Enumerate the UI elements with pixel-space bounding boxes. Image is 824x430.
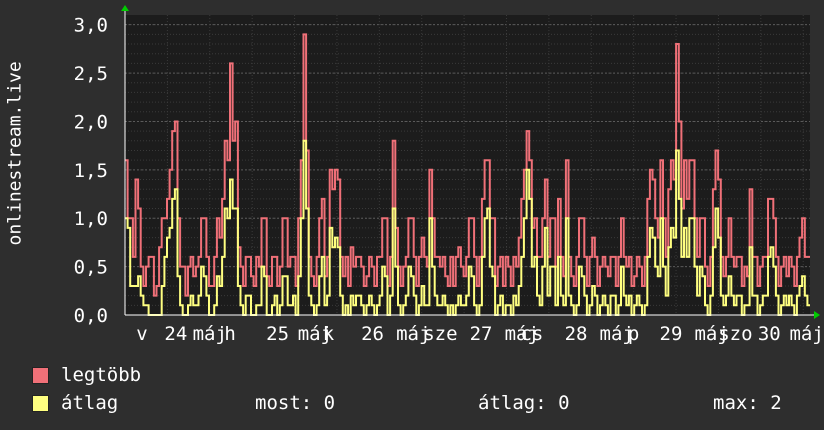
y-tick-label: 1,5 (74, 160, 108, 182)
x-tick-label: szo (718, 323, 752, 345)
y-axis-title: onlinestream.live (4, 61, 26, 246)
y-tick-label: 1,0 (74, 208, 108, 230)
y-axis-ticks: 0,0 0,5 1,0 1,5 2,0 2,5 3,0 (74, 15, 108, 327)
x-tick-label: p (628, 323, 639, 345)
x-axis-arrow-icon (814, 311, 820, 319)
x-tick-label: cs (520, 323, 543, 345)
x-tick-label: k (323, 323, 335, 345)
x-tick-label: 30 (758, 323, 781, 345)
y-tick-label: 2,5 (74, 63, 108, 85)
x-tick-label: 27 (470, 323, 493, 345)
x-tick-label: 29 (660, 323, 683, 345)
x-tick-label: sze (423, 323, 457, 345)
x-tick-label: 28 (565, 323, 588, 345)
x-axis-ticks: v 24 májh 25 májk 26 májsze 27 májcs 28 májp 29 májs… (136, 323, 824, 345)
stat-average: átlag: 0 (478, 392, 570, 414)
stat-now: most: 0 (255, 392, 336, 414)
x-tick-label: v (136, 323, 147, 345)
y-axis-arrow-icon (121, 5, 129, 11)
y-tick-label: 3,0 (74, 15, 108, 37)
x-tick-label: máj (789, 323, 823, 345)
legend-item-max: legtöbb (32, 364, 141, 386)
legend-item-avg: átlag (32, 392, 118, 414)
legend-swatch-max (32, 366, 49, 384)
legend-label-max: legtöbb (61, 364, 142, 386)
x-tick-label: máj (193, 323, 227, 345)
x-tick-label: h (224, 323, 235, 345)
legend-swatch-avg (32, 394, 49, 412)
y-tick-label: 0,0 (74, 305, 108, 327)
legend-label-avg: átlag (61, 392, 119, 414)
y-tick-label: 2,0 (74, 111, 108, 133)
stat-max: max: 2 (713, 392, 782, 414)
x-tick-label: 25 (266, 323, 289, 345)
x-tick-label: 24 (164, 323, 187, 345)
y-tick-label: 0,5 (74, 257, 108, 279)
x-tick-label: 26 (361, 323, 384, 345)
